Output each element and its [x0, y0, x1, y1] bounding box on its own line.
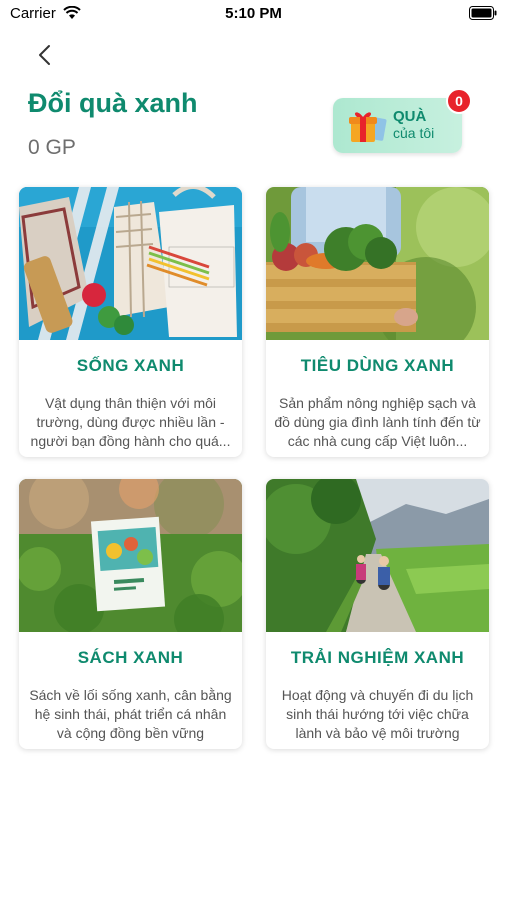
eco-bags-and-bamboo-utensils-photo	[19, 187, 242, 340]
my-gifts-label: QUÀ	[393, 108, 427, 125]
category-description: Vật dụng thân thiện với môi trường, dùng…	[30, 395, 231, 449]
category-description: Sản phẩm nông nghiệp sạch và đồ dùng gia…	[274, 395, 481, 449]
category-title: SỐNG XANH	[76, 356, 185, 375]
gift-count-badge: 0	[446, 88, 472, 114]
points-balance: 0 GP	[28, 136, 76, 159]
category-card-tieu-dung-xanh[interactable]: TIÊU DÙNG XANH Sản phẩm nông nghiệp sạch…	[266, 187, 489, 457]
category-title: SÁCH XANH	[77, 648, 184, 667]
category-description: Hoạt động và chuyến đi du lịch sinh thái…	[281, 687, 474, 741]
gift-box-icon	[349, 112, 387, 142]
vegetable-crate-photo	[266, 187, 489, 340]
battery-icon	[469, 6, 497, 20]
page-title: Đổi quà xanh	[28, 88, 198, 118]
clock: 5:10 PM	[225, 5, 282, 22]
category-card-trai-nghiem-xanh[interactable]: TRẢI NGHIỆM XANH Hoạt động và chuyến đi …	[266, 479, 489, 749]
category-card-sach-xanh[interactable]: SÁCH XANH Sách về lối sống xanh, cân bằn…	[19, 479, 242, 749]
chevron-left-icon	[39, 45, 50, 65]
category-title: TIÊU DÙNG XANH	[300, 356, 455, 375]
category-description: Sách về lối sống xanh, cân bằng hệ sinh …	[29, 687, 232, 741]
my-gifts-button[interactable]: QUÀ của tôi	[333, 98, 462, 153]
back-button[interactable]	[30, 40, 60, 70]
book-on-grass-photo	[19, 479, 242, 632]
status-bar: Carrier 5:10 PM	[0, 0, 507, 28]
cycling-countryside-photo	[266, 479, 489, 632]
category-title: TRẢI NGHIỆM XANH	[290, 648, 465, 667]
my-gifts-sublabel: của tôi	[393, 125, 435, 141]
category-card-song-xanh[interactable]: SỐNG XANH Vật dụng thân thiện với môi tr…	[19, 187, 242, 457]
